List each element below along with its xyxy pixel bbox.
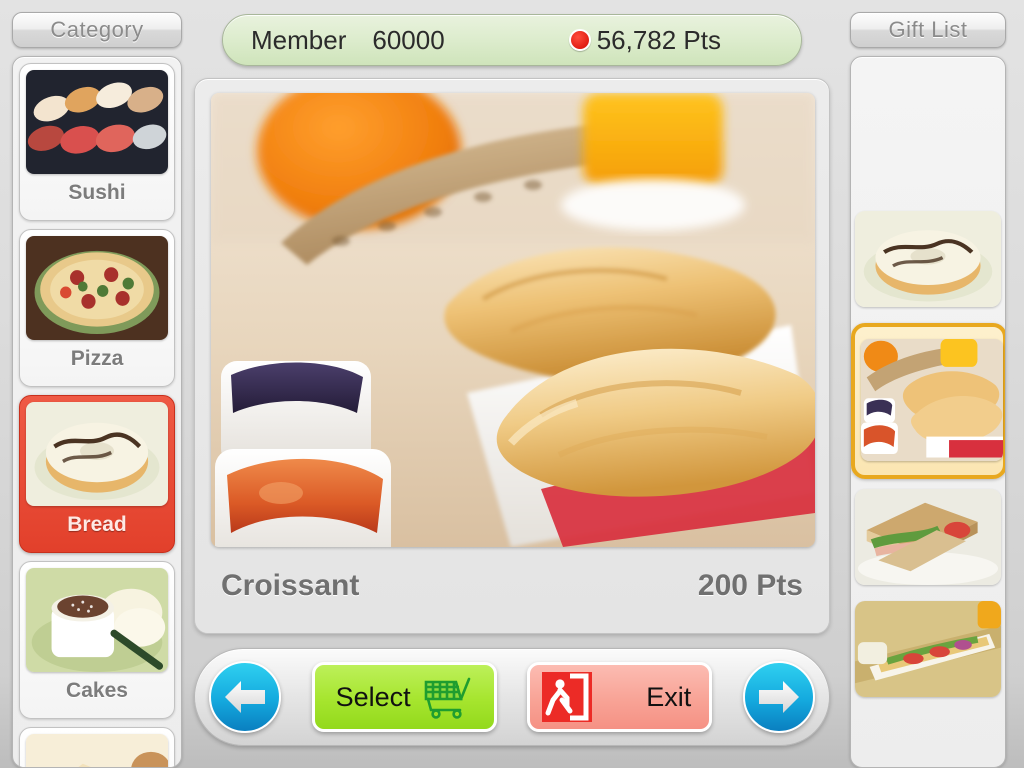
sub-sandwich-art [855, 601, 1001, 697]
category-item-bread[interactable]: Bread [19, 395, 175, 553]
sandwich-thumbnail [855, 489, 1001, 585]
category-item-label: Sushi [68, 181, 126, 204]
member-label: Member [251, 24, 347, 55]
croissant-photo-art [211, 93, 815, 547]
croissant-art [861, 339, 1003, 461]
red-dot-icon [568, 29, 591, 51]
gift-list[interactable] [850, 56, 1006, 768]
category-thumbnail [26, 236, 168, 340]
donut-art [26, 402, 168, 506]
cake-art [26, 568, 168, 672]
product-points: 200 Pts [697, 569, 803, 602]
donut-art [855, 211, 1001, 307]
gift-list-item[interactable] [855, 601, 1001, 697]
gift-list-item[interactable] [855, 489, 1001, 585]
exit-button-label: Exit [646, 681, 692, 712]
category-thumbnail [26, 568, 168, 672]
points-group: 56,782 Pts [568, 24, 721, 56]
croissant-thumbnail [861, 339, 1003, 461]
select-button[interactable]: Select [311, 662, 497, 732]
control-bar: Select Exit [194, 648, 830, 746]
gift-list-panel: Gift List [850, 12, 1012, 768]
sushi-art [26, 70, 168, 174]
croissant-scene-svg [211, 93, 815, 547]
arrow-left-icon [225, 681, 265, 713]
category-list[interactable]: Sushi Pizza Bread Cakes [12, 56, 182, 768]
select-button-label: Select [335, 681, 411, 712]
sub-sandwich-thumbnail [855, 601, 1001, 697]
pizza-art [26, 236, 168, 340]
product-detail-panel: Croissant 200 Pts [194, 78, 830, 634]
next-button[interactable] [742, 661, 815, 733]
points-value: 56,782 Pts [596, 24, 721, 55]
category-item-cakes[interactable]: Cakes [19, 561, 175, 719]
shopping-cart-icon [424, 677, 470, 719]
gift-list-item[interactable] [855, 211, 1001, 307]
arrow-right-icon [758, 681, 799, 713]
category-item-sushi[interactable]: Sushi [19, 63, 175, 221]
gift-list-item[interactable] [851, 323, 1005, 479]
member-status-bar: Member 60000 56,782 Pts [222, 14, 802, 66]
category-item-label: Bread [67, 513, 127, 536]
member-id-value: 60000 [372, 24, 445, 55]
category-item-label: Cakes [66, 679, 128, 702]
category-thumbnail [26, 70, 168, 174]
previous-button[interactable] [209, 661, 281, 733]
category-item-pizza[interactable]: Pizza [19, 229, 175, 387]
category-panel: Category Sushi Pizza Bread Cakes [12, 12, 182, 768]
gift-list-title: Gift List [850, 12, 1006, 48]
category-panel-title: Category [12, 12, 182, 48]
product-caption: Croissant 200 Pts [221, 561, 803, 611]
exit-button[interactable]: Exit [527, 662, 713, 732]
category-item-label: Pizza [70, 347, 124, 370]
category-thumbnail [26, 402, 168, 506]
product-image[interactable] [211, 93, 815, 547]
product-name: Croissant [221, 569, 360, 602]
category-item-more[interactable] [19, 727, 175, 767]
donut-thumbnail [855, 211, 1001, 307]
sandwich-art [855, 489, 1001, 585]
toast-art [26, 734, 168, 767]
emergency-exit-icon [542, 672, 593, 722]
category-thumbnail [26, 734, 168, 767]
